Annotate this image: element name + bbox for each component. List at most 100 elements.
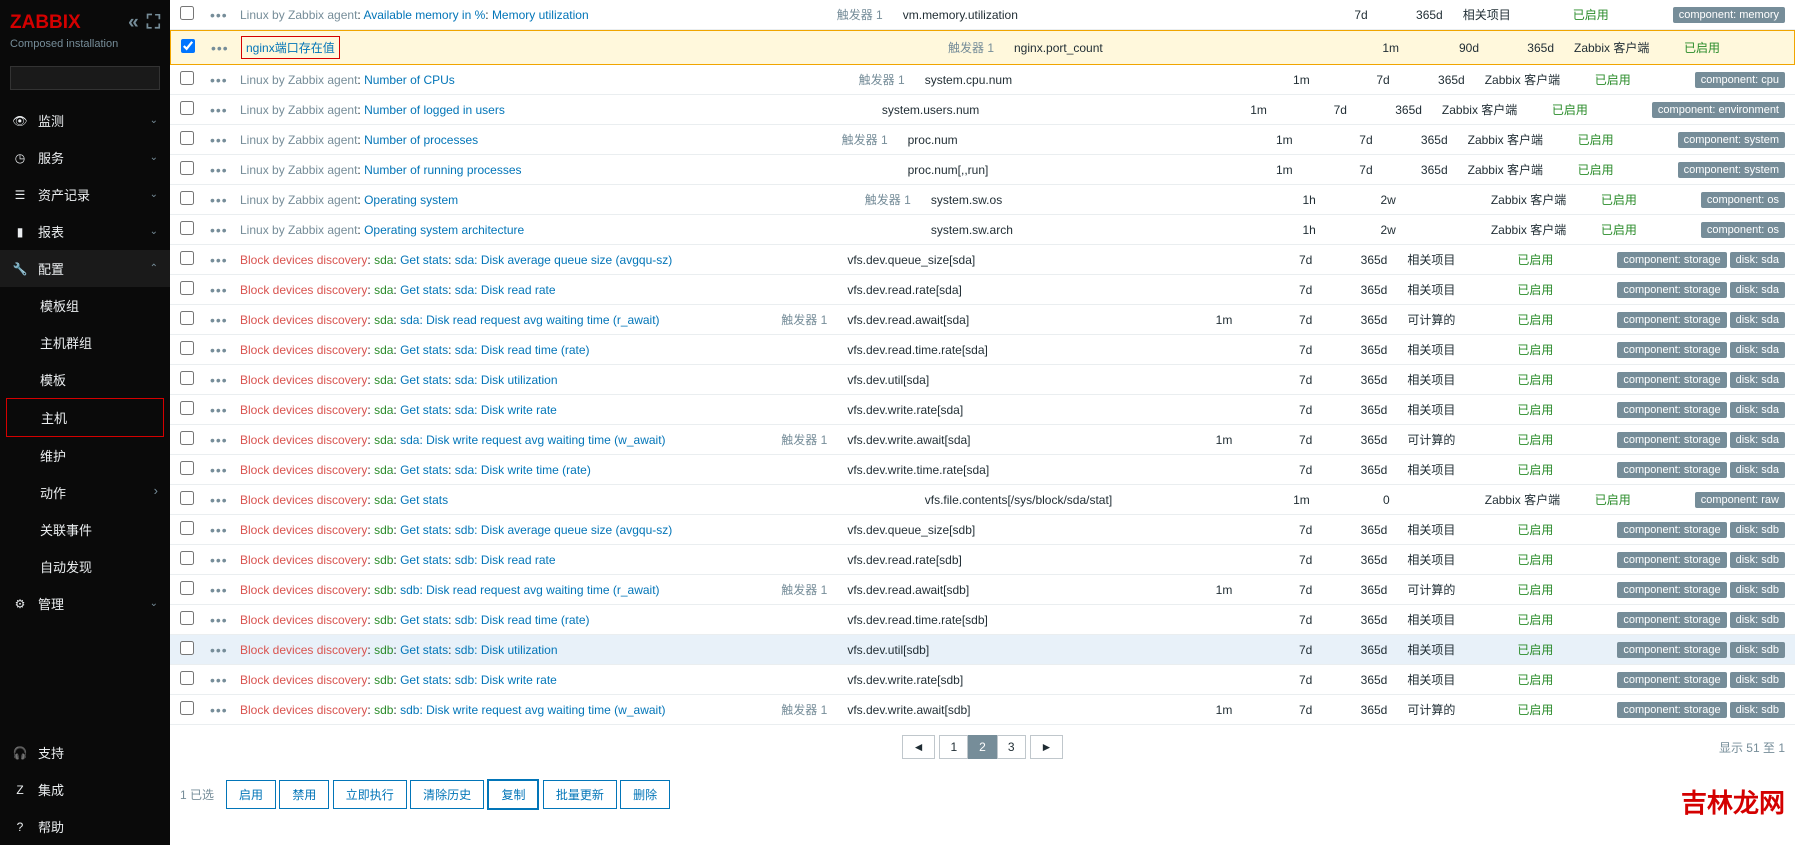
- name-prefix-link[interactable]: Get stats: [400, 373, 448, 387]
- tag[interactable]: disk: sdb: [1730, 552, 1785, 568]
- row-menu-icon[interactable]: •••: [210, 522, 240, 538]
- row-checkbox[interactable]: [180, 101, 194, 115]
- name-prefix-link[interactable]: sdb: [374, 613, 393, 627]
- row-checkbox[interactable]: [180, 611, 194, 625]
- name-prefix-link[interactable]: sda: [374, 373, 393, 387]
- tag[interactable]: component: storage: [1617, 312, 1726, 328]
- row-menu-icon[interactable]: •••: [211, 40, 241, 56]
- row-checkbox[interactable]: [180, 341, 194, 355]
- status-link[interactable]: 已启用: [1517, 643, 1553, 657]
- row-checkbox[interactable]: [180, 701, 194, 715]
- item-name-link[interactable]: Get stats: [400, 493, 448, 507]
- name-prefix-link[interactable]: Block devices discovery: [240, 583, 367, 597]
- name-prefix-link[interactable]: sda: [374, 463, 393, 477]
- nav-服务[interactable]: ◷ 服务 ⌄: [0, 139, 170, 176]
- status-link[interactable]: 已启用: [1595, 73, 1631, 87]
- trigger-link[interactable]: 触发器: [842, 133, 878, 147]
- row-menu-icon[interactable]: •••: [210, 432, 240, 448]
- item-name-link[interactable]: sda: Disk write rate: [455, 403, 557, 417]
- bottom-nav-支持[interactable]: 🎧 支持: [0, 734, 170, 771]
- trigger-link[interactable]: 触发器: [865, 193, 901, 207]
- name-prefix-link[interactable]: sdb: [374, 583, 393, 597]
- tag[interactable]: disk: sdb: [1730, 612, 1785, 628]
- name-prefix-link[interactable]: Block devices discovery: [240, 523, 367, 537]
- status-link[interactable]: 已启用: [1595, 493, 1631, 507]
- status-link[interactable]: 已启用: [1552, 103, 1588, 117]
- name-prefix-link[interactable]: sda: [374, 433, 393, 447]
- item-name-link[interactable]: sda: Disk utilization: [455, 373, 558, 387]
- row-checkbox[interactable]: [181, 39, 195, 53]
- row-menu-icon[interactable]: •••: [210, 162, 240, 178]
- name-prefix-link[interactable]: sdb: [374, 523, 393, 537]
- name-prefix-link[interactable]: Block devices discovery: [240, 673, 367, 687]
- item-name-link[interactable]: sdb: Disk read request avg waiting time …: [400, 583, 659, 597]
- row-checkbox[interactable]: [180, 491, 194, 505]
- page-1[interactable]: 1: [939, 735, 968, 759]
- row-menu-icon[interactable]: •••: [210, 222, 240, 238]
- tag[interactable]: disk: sdb: [1730, 702, 1785, 718]
- row-checkbox[interactable]: [180, 161, 194, 175]
- status-link[interactable]: 已启用: [1517, 463, 1553, 477]
- name-prefix-link[interactable]: sdb: [374, 553, 393, 567]
- nav-报表[interactable]: ▮ 报表 ⌄: [0, 213, 170, 250]
- tag[interactable]: component: system: [1678, 162, 1785, 178]
- row-menu-icon[interactable]: •••: [210, 252, 240, 268]
- row-checkbox[interactable]: [180, 71, 194, 85]
- tag[interactable]: component: storage: [1617, 462, 1726, 478]
- name-prefix-link[interactable]: Block devices discovery: [240, 283, 367, 297]
- name-prefix-link[interactable]: Linux by Zabbix agent: [240, 133, 357, 147]
- tag[interactable]: component: storage: [1617, 522, 1726, 538]
- status-link[interactable]: 已启用: [1517, 583, 1553, 597]
- subnav-动作[interactable]: 动作›: [0, 474, 170, 511]
- row-menu-icon[interactable]: •••: [210, 642, 240, 658]
- tag[interactable]: disk: sda: [1730, 372, 1785, 388]
- row-menu-icon[interactable]: •••: [210, 282, 240, 298]
- action-复制[interactable]: 复制: [487, 779, 539, 810]
- status-link[interactable]: 已启用: [1517, 703, 1553, 717]
- row-menu-icon[interactable]: •••: [210, 312, 240, 328]
- tag[interactable]: component: storage: [1617, 612, 1726, 628]
- tag[interactable]: disk: sda: [1730, 462, 1785, 478]
- bottom-nav-集成[interactable]: Z 集成: [0, 771, 170, 808]
- status-link[interactable]: 已启用: [1517, 433, 1553, 447]
- tag[interactable]: component: memory: [1673, 7, 1785, 23]
- tag[interactable]: component: storage: [1617, 252, 1726, 268]
- tag[interactable]: component: storage: [1617, 372, 1726, 388]
- nav-配置[interactable]: 🔧 配置 ⌃: [0, 250, 170, 287]
- tag[interactable]: disk: sda: [1730, 282, 1785, 298]
- item-name-link[interactable]: sdb: Disk read rate: [455, 553, 556, 567]
- name-prefix-link[interactable]: sda: [374, 403, 393, 417]
- status-link[interactable]: 已启用: [1601, 193, 1637, 207]
- trigger-link[interactable]: 触发器: [781, 703, 817, 717]
- row-menu-icon[interactable]: •••: [210, 462, 240, 478]
- row-checkbox[interactable]: [180, 461, 194, 475]
- tag[interactable]: component: storage: [1617, 642, 1726, 658]
- bottom-nav-帮助[interactable]: ? 帮助: [0, 808, 170, 845]
- status-link[interactable]: 已启用: [1517, 403, 1553, 417]
- tag[interactable]: disk: sdb: [1730, 582, 1785, 598]
- status-link[interactable]: 已启用: [1578, 133, 1614, 147]
- name-prefix-link[interactable]: Get stats: [400, 553, 448, 567]
- row-menu-icon[interactable]: •••: [210, 72, 240, 88]
- tag[interactable]: component: storage: [1617, 282, 1726, 298]
- item-name-link[interactable]: sdb: Disk average queue size (avgqu-sz): [455, 523, 672, 537]
- name-prefix-link[interactable]: Available memory in %: [363, 8, 485, 22]
- name-prefix-link[interactable]: Get stats: [400, 253, 448, 267]
- name-prefix-link[interactable]: Block devices discovery: [240, 463, 367, 477]
- row-menu-icon[interactable]: •••: [210, 492, 240, 508]
- row-checkbox[interactable]: [180, 641, 194, 655]
- row-menu-icon[interactable]: •••: [210, 672, 240, 688]
- row-checkbox[interactable]: [180, 311, 194, 325]
- row-checkbox[interactable]: [180, 431, 194, 445]
- name-prefix-link[interactable]: Get stats: [400, 673, 448, 687]
- tag[interactable]: disk: sda: [1730, 402, 1785, 418]
- name-prefix-link[interactable]: Block devices discovery: [240, 493, 367, 507]
- action-立即执行[interactable]: 立即执行: [333, 780, 407, 809]
- item-name-link[interactable]: sdb: Disk read time (rate): [455, 613, 590, 627]
- name-prefix-link[interactable]: Block devices discovery: [240, 643, 367, 657]
- name-prefix-link[interactable]: Get stats: [400, 343, 448, 357]
- tag[interactable]: component: storage: [1617, 582, 1726, 598]
- row-menu-icon[interactable]: •••: [210, 192, 240, 208]
- search-box[interactable]: 🔍: [10, 66, 160, 90]
- row-menu-icon[interactable]: •••: [210, 132, 240, 148]
